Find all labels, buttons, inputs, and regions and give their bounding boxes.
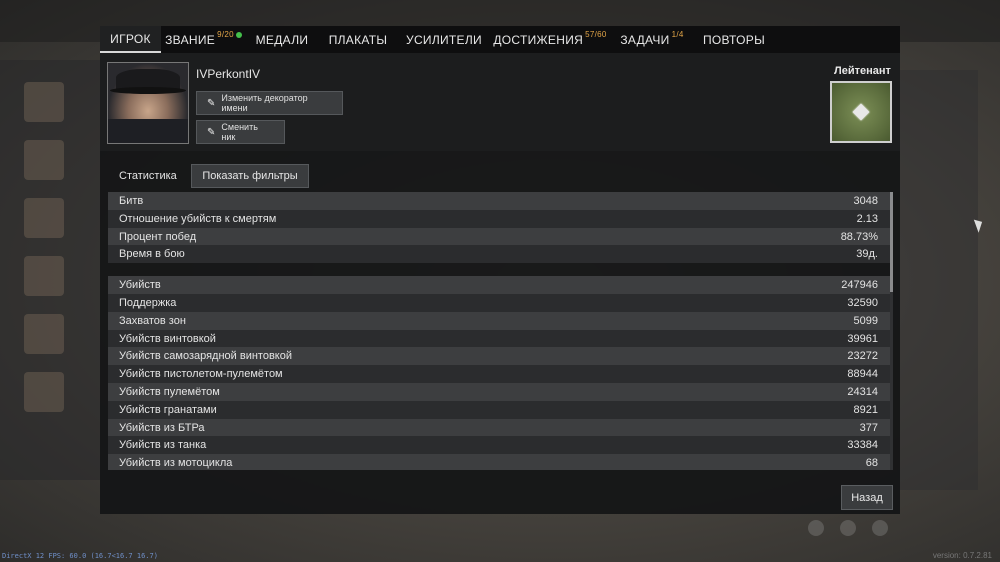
tab-bar: ИГРОК ЗВАНИЕ 9/20 МЕДАЛИ ПЛАКАТЫ УСИЛИТЕЛ… [100, 26, 900, 53]
change-nickname-button[interactable]: ✎ Сменить ник [196, 120, 285, 144]
show-filters-button[interactable]: Показать фильтры [191, 164, 309, 188]
avatar-coat [108, 119, 188, 143]
stats-toolbar: Статистика Показать фильтры [108, 164, 892, 190]
table-row: Поддержка 32590 [108, 293, 890, 312]
tab-boosters[interactable]: УСИЛИТЕЛИ [398, 26, 490, 53]
change-name-decorator-button[interactable]: ✎ Изменить декоратор имени [196, 91, 343, 115]
background-card [24, 314, 64, 354]
table-row: Убийств гранатами 8921 [108, 400, 890, 419]
stats-table: Битв 3048 Отношение убийств к смертям 2.13… [108, 192, 890, 470]
notification-dot-icon [235, 31, 242, 38]
tab-rank[interactable]: ЗВАНИЕ 9/20 [161, 26, 246, 53]
tab-medals[interactable]: МЕДАЛИ [246, 26, 318, 53]
avatar-hat-brim [110, 87, 186, 94]
table-row: Убийств из БТРа 377 [108, 418, 890, 437]
table-row: Битв 3048 [108, 192, 890, 210]
rank-title: Лейтенант [834, 65, 891, 77]
background-right-panel [900, 70, 978, 490]
tab-player[interactable]: ИГРОК [100, 26, 161, 53]
pencil-icon: ✎ [207, 97, 216, 109]
tab-tasks[interactable]: ЗАДАЧИ 1/4 [610, 26, 694, 53]
tab-replays[interactable]: ПОВТОРЫ [694, 26, 774, 53]
table-row: Захватов зон 5099 [108, 311, 890, 330]
profile-header: IVPerkontIV ✎ Изменить декоратор имени ✎… [100, 53, 900, 151]
table-row: Убийств пистолетом-пулемётом 88944 [108, 365, 890, 383]
tab-tasks-badge: 1/4 [671, 30, 684, 39]
table-row: Убийств винтовкой 39961 [108, 329, 890, 348]
rank-badge[interactable] [830, 81, 892, 143]
table-group-gap [108, 263, 890, 276]
version-label: version: 0.7.2.81 [932, 551, 992, 560]
fps-counter: DirectX 12 FPS: 60.0 (16.7<16.7 16.7) [2, 552, 158, 560]
table-row: Убийств из танка 33384 [108, 436, 890, 455]
pencil-icon: ✎ [207, 126, 216, 138]
tab-posters[interactable]: ПЛАКАТЫ [318, 26, 398, 53]
back-button[interactable]: Назад [841, 485, 893, 510]
stats-label: Статистика [119, 170, 177, 182]
background-card [24, 372, 64, 412]
table-row: Отношение убийств к смертям 2.13 [108, 209, 890, 228]
table-row: Процент побед 88.73% [108, 227, 890, 246]
background-card [24, 256, 64, 296]
background-card [24, 82, 64, 122]
background-dot [872, 520, 888, 536]
table-row: Убийств из мотоцикла 68 [108, 454, 890, 470]
table-row: Время в бою 39д. [108, 245, 890, 264]
background-card [24, 140, 64, 180]
background-dot [840, 520, 856, 536]
player-nickname: IVPerkontIV [196, 67, 261, 81]
background-card [24, 198, 64, 238]
scrollbar-thumb[interactable] [890, 192, 893, 292]
table-row: Убийств пулемётом 24314 [108, 382, 890, 401]
rank-diamond-icon [852, 103, 870, 121]
tab-achievements[interactable]: ДОСТИЖЕНИЯ 57/60 [490, 26, 610, 53]
background-left-panel [0, 60, 100, 480]
player-profile-dialog: ИГРОК ЗВАНИЕ 9/20 МЕДАЛИ ПЛАКАТЫ УСИЛИТЕЛ… [100, 26, 900, 514]
avatar [107, 62, 189, 144]
table-row: Убийств 247946 [108, 276, 890, 294]
tab-rank-badge: 9/20 [217, 30, 234, 39]
background-dot [808, 520, 824, 536]
table-row: Убийств самозарядной винтовкой 23272 [108, 347, 890, 366]
tab-achievements-badge: 57/60 [585, 30, 607, 39]
